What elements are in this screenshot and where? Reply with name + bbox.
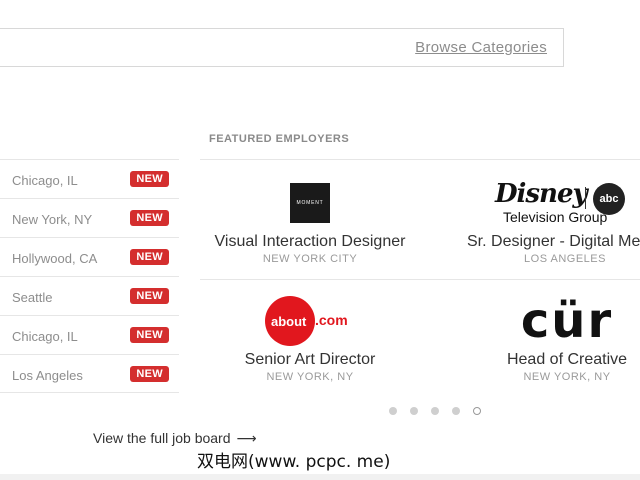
job-location: New York, NY	[12, 212, 93, 227]
job-title: Head of Creative	[506, 351, 628, 368]
new-badge: NEW	[130, 171, 169, 187]
carousel-dot[interactable]	[452, 407, 460, 415]
new-badge: NEW	[130, 210, 169, 226]
new-badge: NEW	[130, 327, 169, 343]
job-row[interactable]: Chicago, IL NEW	[0, 315, 179, 354]
cur-logo: cür	[447, 297, 640, 345]
about-logo-text: about	[271, 313, 307, 329]
job-list: Chicago, IL NEW New York, NY NEW Hollywo…	[0, 159, 179, 393]
employer-card-cur[interactable]: cür Head of Creative NEW YORK, NY	[447, 297, 640, 383]
carousel-dot[interactable]	[431, 407, 439, 415]
employer-card-about[interactable]: about .com Senior Art Director NEW YORK,…	[190, 296, 430, 383]
job-location: NEW YORK CITY	[262, 253, 358, 265]
about-com-logo: about .com	[190, 296, 430, 346]
logo-separator	[585, 187, 586, 209]
bottom-strip	[0, 474, 640, 480]
cur-logo-text: cür	[520, 293, 614, 349]
carousel-dot[interactable]	[410, 407, 418, 415]
job-location: Seattle	[12, 290, 53, 305]
arrow-right-icon: ⟶	[236, 430, 257, 446]
job-location: LOS ANGELES	[524, 253, 606, 265]
carousel-pagination	[389, 407, 481, 415]
job-location: Chicago, IL	[12, 173, 78, 188]
job-row[interactable]: New York, NY NEW	[0, 198, 179, 237]
divider	[200, 159, 640, 160]
job-location: NEW YORK, NY	[266, 371, 354, 383]
job-location: Los Angeles	[12, 368, 83, 383]
job-title: Senior Art Director	[244, 351, 376, 368]
divider	[200, 279, 640, 280]
full-board-label: View the full job board	[93, 430, 231, 446]
job-row[interactable]: Chicago, IL NEW	[0, 159, 179, 198]
new-badge: NEW	[130, 288, 169, 304]
job-location: NEW YORK, NY	[523, 371, 611, 383]
moment-logo: MOMENT	[190, 179, 430, 227]
job-location: Chicago, IL	[12, 329, 78, 344]
new-badge: NEW	[130, 249, 169, 265]
browse-categories-link[interactable]: Browse Categories	[415, 39, 547, 56]
disney-wordmark: Disney	[495, 179, 588, 209]
job-row[interactable]: Seattle NEW	[0, 276, 179, 315]
carousel-dot[interactable]	[389, 407, 397, 415]
watermark: 双电网(www. pcpc. me)	[197, 452, 391, 472]
carousel-dot-active[interactable]	[473, 407, 481, 415]
job-title: Visual Interaction Designer	[214, 233, 406, 250]
new-badge: NEW	[130, 366, 169, 382]
moment-logo-text: MOMENT	[296, 200, 324, 206]
employer-card-moment[interactable]: MOMENT Visual Interaction Designer NEW Y…	[190, 179, 430, 265]
about-logo-suffix: .com	[315, 312, 348, 328]
featured-employers-heading: FEATURED EMPLOYERS	[209, 133, 350, 145]
job-row[interactable]: Los Angeles NEW	[0, 354, 179, 393]
television-group-label: Television Group	[503, 209, 608, 225]
job-title: Sr. Designer - Digital Me	[467, 233, 640, 250]
featured-employers-grid: MOMENT Visual Interaction Designer NEW Y…	[200, 159, 640, 401]
view-full-job-board-link[interactable]: View the full job board ⟶	[93, 430, 257, 447]
search-bar: Browse Categories	[0, 28, 564, 67]
job-location: Hollywood, CA	[12, 251, 98, 266]
employer-card-disney[interactable]: Disney abc Television Group Sr. Designer…	[445, 179, 640, 265]
job-row[interactable]: Hollywood, CA NEW	[0, 237, 179, 276]
disney-abc-logo: Disney abc Television Group	[445, 179, 640, 227]
